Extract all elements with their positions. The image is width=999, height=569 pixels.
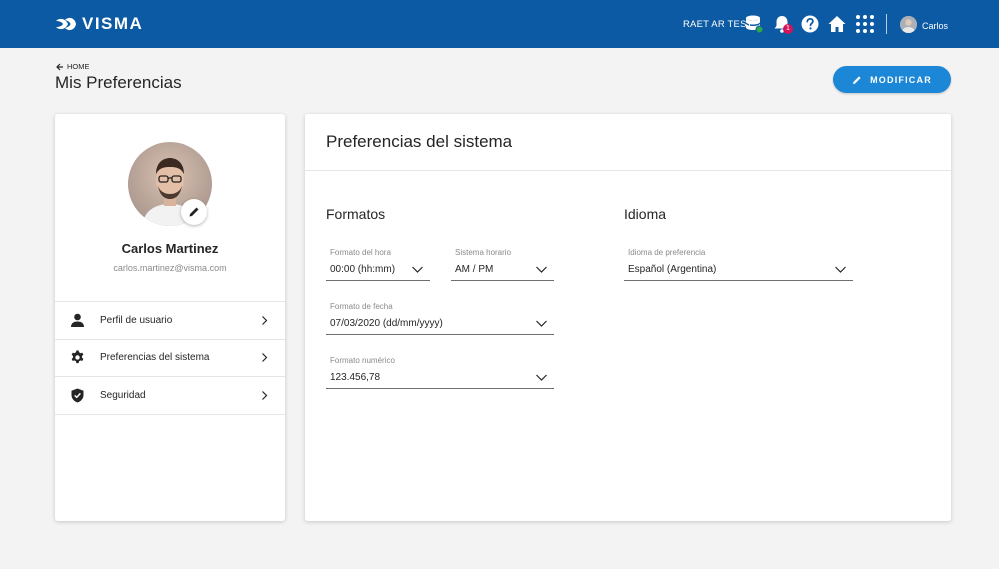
modify-button[interactable]: MODIFICAR [833,66,951,93]
number-format-select[interactable]: Formato numérico 123.456,78 [326,356,554,389]
chevron-right-icon [262,315,268,325]
time-system-select[interactable]: Sistema horario AM / PM [451,248,554,281]
user-icon [71,313,84,327]
home-icon[interactable] [827,14,847,34]
field-value: 00:00 (hh:mm) [330,264,396,275]
field-label: Sistema horario [455,248,512,257]
chevron-down-icon [536,374,547,381]
edit-photo-button[interactable] [181,199,207,225]
gear-icon [71,350,84,364]
system-preferences-card: Preferencias del sistema Formatos Idioma… [305,114,951,521]
breadcrumb-home-link[interactable]: HOME [56,62,90,71]
menu-item-security[interactable]: Seguridad [55,377,285,415]
card-divider [305,170,951,171]
pencil-icon [853,75,861,84]
language-select[interactable]: Idioma de preferencia Español (Argentina… [624,248,853,281]
user-avatar[interactable] [900,16,917,33]
profile-name: Carlos Martinez [121,241,219,256]
chevron-down-icon [536,266,547,273]
field-label: Formato numérico [330,356,395,365]
shield-icon [71,388,84,403]
menu-item-label: Perfil de usuario [100,314,173,326]
database-icon[interactable] [744,14,764,34]
help-icon[interactable] [800,14,820,34]
top-navigation-bar: VISMA RAET AR TEST 1 Carlos [0,0,999,48]
page-title: Mis Preferencias [55,73,182,92]
language-section-title: Idioma [624,206,667,222]
date-format-select[interactable]: Formato de fecha 07/03/2020 (dd/mm/yyyy) [326,302,554,335]
field-value: 123.456,78 [330,372,381,383]
brand-logo[interactable]: VISMA [55,14,143,34]
apps-grid-icon[interactable] [855,14,875,34]
profile-card: Carlos Martinez carlos.martinez@visma.co… [55,114,285,521]
topbar-divider [886,14,887,34]
field-label: Formato de fecha [330,302,393,311]
arrow-left-icon [56,63,63,70]
notification-count-badge: 1 [783,24,793,34]
brand-name: VISMA [82,14,144,33]
field-value: Español (Argentina) [628,264,717,275]
profile-email: carlos.martinez@visma.com [113,263,227,273]
pencil-icon [189,207,199,217]
company-name[interactable]: RAET AR TEST [683,19,753,30]
field-label: Idioma de preferencia [628,248,706,257]
visma-logo-icon [56,17,76,31]
breadcrumb-label: HOME [67,62,90,71]
profile-menu: Perfil de usuario Preferencias del siste… [55,301,285,415]
menu-item-system-preferences[interactable]: Preferencias del sistema [55,340,285,377]
user-avatar-image [900,16,917,33]
field-value: AM / PM [455,264,494,275]
chevron-right-icon [262,353,268,363]
card-title: Preferencias del sistema [326,132,513,151]
modify-button-label: MODIFICAR [870,74,932,85]
menu-item-label: Preferencias del sistema [100,352,210,364]
time-format-select[interactable]: Formato del hora 00:00 (hh:mm) [326,248,430,281]
chevron-down-icon [536,320,547,327]
formats-section-title: Formatos [326,206,386,222]
field-value: 07/03/2020 (dd/mm/yyyy) [330,318,443,329]
chevron-down-icon [835,266,846,273]
field-label: Formato del hora [330,248,391,257]
chevron-down-icon [412,266,423,273]
user-menu-name[interactable]: Carlos [922,21,948,31]
chevron-right-icon [262,390,268,400]
menu-item-user-profile[interactable]: Perfil de usuario [55,302,285,340]
menu-item-label: Seguridad [100,389,146,401]
